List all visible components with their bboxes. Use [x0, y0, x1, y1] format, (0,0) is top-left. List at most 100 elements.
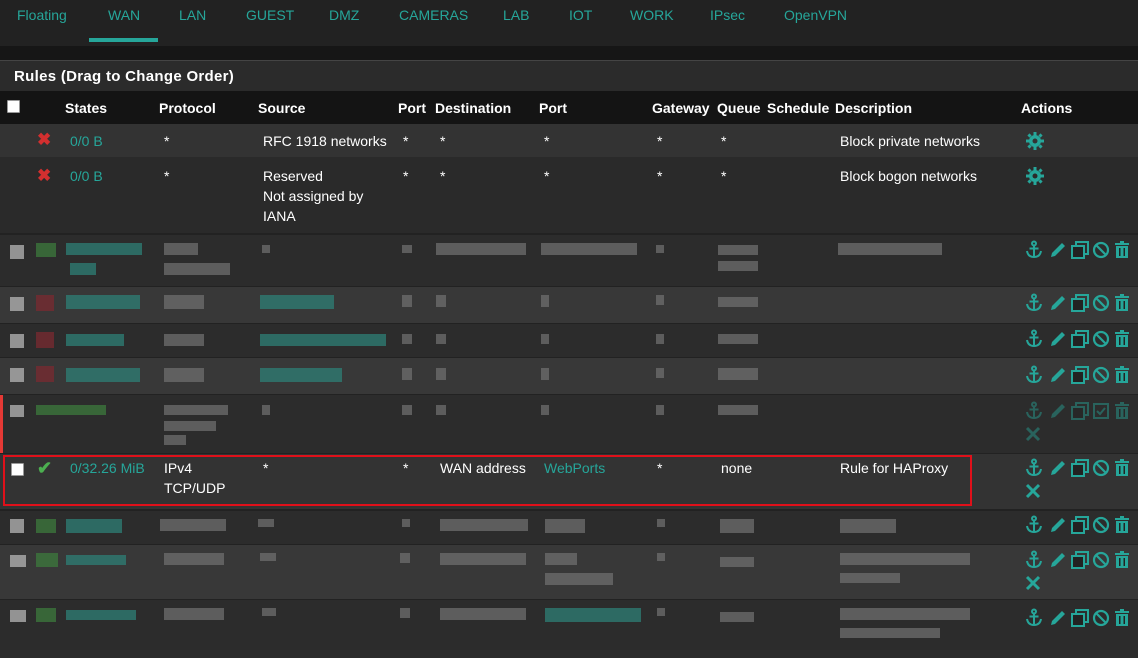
obscured-content — [258, 519, 274, 527]
obscured-content — [260, 368, 342, 382]
tab-wan[interactable]: WAN — [108, 7, 140, 23]
copy-icon[interactable] — [1070, 293, 1090, 313]
tab-ipsec[interactable]: IPsec — [710, 7, 745, 23]
obscured-content — [656, 368, 664, 378]
gear-icon[interactable] — [1025, 166, 1045, 186]
obscured-content — [66, 610, 136, 620]
table-row-obscured[interactable] — [0, 395, 1138, 453]
col-states: States — [65, 100, 108, 116]
gear-icon[interactable] — [1025, 131, 1045, 151]
pencil-icon[interactable] — [1048, 365, 1068, 385]
ban-icon[interactable] — [1091, 365, 1111, 385]
table-row-obscured[interactable] — [0, 358, 1138, 394]
tab-iot[interactable]: IOT — [569, 7, 592, 23]
tab-lan[interactable]: LAN — [179, 7, 206, 23]
ban-icon[interactable] — [1091, 240, 1111, 260]
table-row[interactable]: ✖ 0/0 B * Reserved Not assigned by IANA … — [0, 157, 1138, 233]
pencil-icon[interactable] — [1048, 515, 1068, 535]
obscured-content — [402, 295, 412, 307]
x-action-icon[interactable] — [1023, 424, 1043, 444]
anchor-icon[interactable] — [1024, 293, 1044, 313]
x-action-icon[interactable] — [1023, 481, 1043, 501]
description-cell: Block bogon networks — [840, 168, 977, 184]
trash-icon[interactable] — [1112, 293, 1132, 313]
trash-icon[interactable] — [1112, 608, 1132, 628]
table-row-obscured[interactable] — [0, 287, 1138, 323]
obscured-content — [718, 245, 758, 255]
obscured-content — [70, 263, 96, 275]
obscured-content — [66, 368, 140, 382]
tab-lab[interactable]: LAB — [503, 7, 529, 23]
table-row-obscured[interactable] — [0, 511, 1138, 544]
table-row-obscured[interactable] — [0, 545, 1138, 599]
anchor-icon[interactable] — [1024, 401, 1044, 421]
anchor-icon[interactable] — [1024, 329, 1044, 349]
anchor-icon[interactable] — [1024, 515, 1044, 535]
ban-icon[interactable] — [1091, 515, 1111, 535]
select-all-checkbox[interactable] — [7, 100, 20, 113]
table-row-obscured[interactable] — [0, 600, 1138, 658]
copy-icon[interactable] — [1070, 608, 1090, 628]
ban-icon[interactable] — [1091, 458, 1111, 478]
pencil-icon[interactable] — [1048, 458, 1068, 478]
queue-cell: * — [721, 133, 727, 149]
trash-icon[interactable] — [1112, 329, 1132, 349]
copy-icon[interactable] — [1070, 401, 1090, 421]
table-row-obscured[interactable] — [0, 324, 1138, 357]
trash-icon[interactable] — [1112, 365, 1132, 385]
disabled-rule-marker — [0, 395, 3, 453]
gateway-cell: * — [657, 168, 663, 184]
copy-icon[interactable] — [1070, 550, 1090, 570]
states-cell[interactable]: 0/0 B — [70, 166, 103, 186]
table-row-obscured[interactable] — [0, 235, 1138, 286]
ban-icon[interactable] — [1091, 550, 1111, 570]
col-destination: Destination — [435, 100, 512, 116]
tab-cameras[interactable]: CAMERAS — [399, 7, 468, 23]
ban-icon[interactable] — [1091, 608, 1111, 628]
panel-title: Rules (Drag to Change Order) — [14, 68, 235, 85]
trash-icon[interactable] — [1112, 458, 1132, 478]
obscured-content — [720, 557, 754, 567]
pencil-icon[interactable] — [1048, 293, 1068, 313]
check-square-icon[interactable] — [1091, 401, 1111, 421]
x-action-icon[interactable] — [1023, 573, 1043, 593]
obscured-content — [400, 608, 410, 618]
tab-floating[interactable]: Floating — [17, 7, 67, 23]
tab-dmz[interactable]: DMZ — [329, 7, 359, 23]
trash-icon[interactable] — [1112, 401, 1132, 421]
pencil-icon[interactable] — [1048, 401, 1068, 421]
pencil-icon[interactable] — [1048, 240, 1068, 260]
pencil-icon[interactable] — [1048, 550, 1068, 570]
trash-icon[interactable] — [1112, 515, 1132, 535]
protocol-cell: * — [164, 168, 170, 184]
obscured-content — [36, 295, 54, 311]
obscured-content — [402, 368, 412, 380]
ban-icon[interactable] — [1091, 329, 1111, 349]
states-cell[interactable]: 0/0 B — [70, 131, 103, 151]
anchor-icon[interactable] — [1024, 608, 1044, 628]
copy-icon[interactable] — [1070, 365, 1090, 385]
copy-icon[interactable] — [1070, 240, 1090, 260]
panel-heading: Rules (Drag to Change Order) — [0, 60, 1138, 91]
pencil-icon[interactable] — [1048, 329, 1068, 349]
anchor-icon[interactable] — [1024, 240, 1044, 260]
obscured-content — [541, 295, 549, 307]
tab-openvpn[interactable]: OpenVPN — [784, 7, 847, 23]
anchor-icon[interactable] — [1024, 458, 1044, 478]
pencil-icon[interactable] — [1048, 608, 1068, 628]
copy-icon[interactable] — [1070, 329, 1090, 349]
trash-icon[interactable] — [1112, 550, 1132, 570]
tab-work[interactable]: WORK — [630, 7, 674, 23]
table-row[interactable]: ✖ 0/0 B * RFC 1918 networks * * * * * Bl… — [0, 124, 1138, 157]
ban-icon[interactable] — [1091, 293, 1111, 313]
anchor-icon[interactable] — [1024, 365, 1044, 385]
obscured-content — [720, 519, 754, 533]
copy-icon[interactable] — [1070, 458, 1090, 478]
obscured-content — [10, 610, 26, 622]
obscured-content — [657, 519, 665, 527]
copy-icon[interactable] — [1070, 515, 1090, 535]
tab-guest[interactable]: GUEST — [246, 7, 294, 23]
obscured-content — [66, 295, 140, 309]
anchor-icon[interactable] — [1024, 550, 1044, 570]
trash-icon[interactable] — [1112, 240, 1132, 260]
